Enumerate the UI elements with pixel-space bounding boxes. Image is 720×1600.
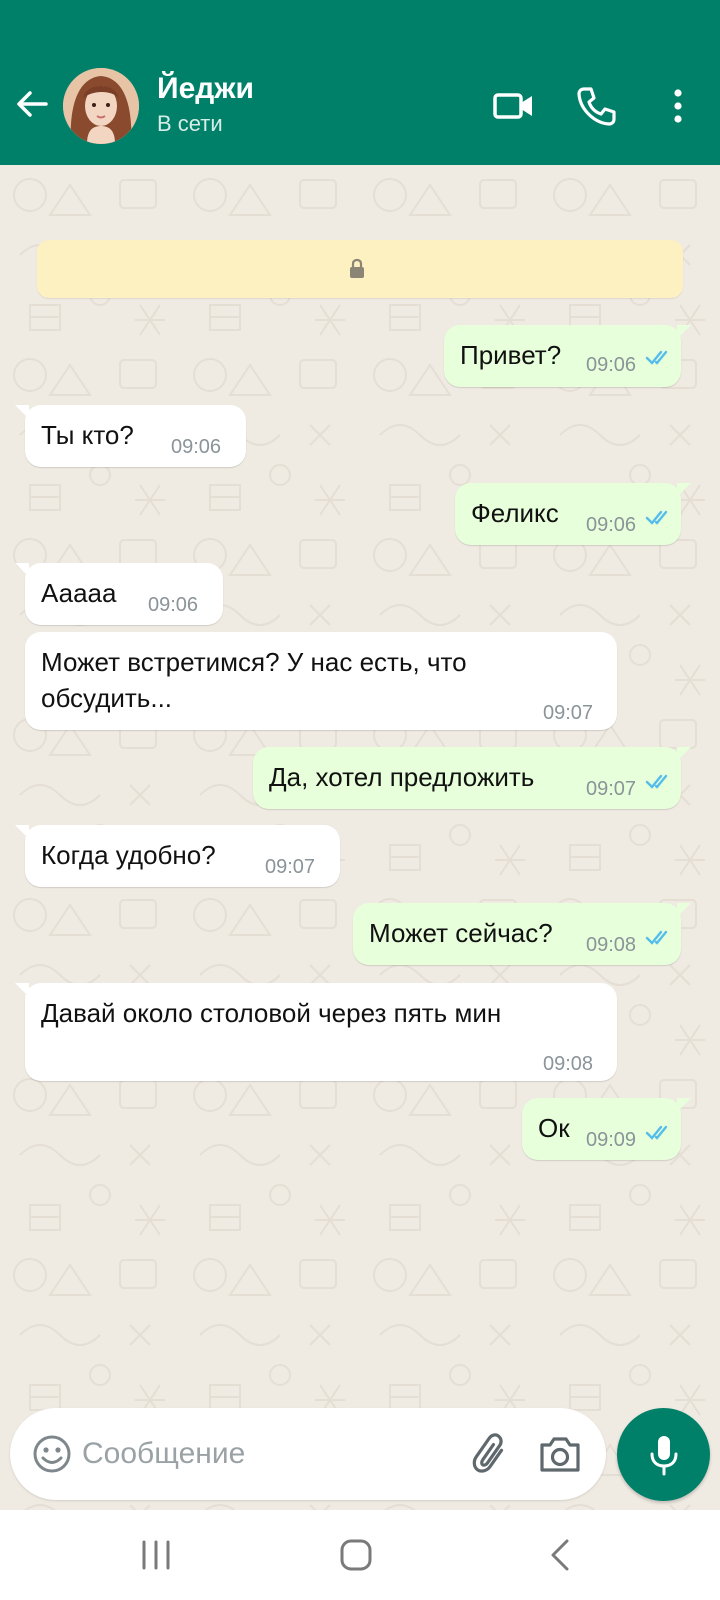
arrow-left-icon — [17, 91, 48, 117]
message-text: Феликс — [471, 498, 559, 528]
emoji-button[interactable] — [30, 1432, 74, 1476]
paperclip-icon — [472, 1433, 504, 1473]
phone-icon — [577, 87, 616, 126]
message-outgoing[interactable]: Феликс 09:06 — [455, 483, 691, 545]
bubble-tail — [677, 903, 691, 917]
message-time: 09:08 — [543, 1053, 594, 1075]
avatar-photo — [63, 68, 139, 144]
bubble-tail — [15, 563, 29, 577]
chat-area[interactable]: Привет? 09:06 Ты кто? 09:06 Феликс 09:06… — [0, 165, 720, 1510]
more-vertical-icon — [674, 89, 682, 123]
message-input[interactable] — [82, 1428, 442, 1480]
message-text: Ааааа — [41, 578, 117, 608]
double-check-icon — [645, 510, 668, 525]
message-text-line2: обсудить... — [41, 683, 173, 713]
message-text: Да, хотел предложить — [269, 762, 535, 792]
message-time: 09:07 — [543, 702, 594, 724]
chat-header: Йеджи В сети — [0, 0, 720, 165]
message-incoming[interactable]: Ты кто? 09:06 — [15, 405, 246, 467]
message-text-line1: Может встретимся? У нас есть, что — [41, 647, 467, 677]
message-text: Может сейчас? — [369, 918, 553, 948]
message-time: 09:07 — [586, 778, 637, 800]
message-time: 09:06 — [148, 594, 199, 616]
contact-name[interactable]: Йеджи — [157, 72, 254, 106]
message-incoming[interactable]: Когда удобно? 09:07 — [15, 825, 340, 887]
attach-button[interactable] — [468, 1430, 516, 1478]
home-button[interactable] — [338, 1537, 374, 1573]
double-check-icon — [645, 1125, 668, 1140]
encryption-banner[interactable] — [37, 240, 683, 298]
message-incoming[interactable]: Может встретимся? У нас есть, что обсуди… — [25, 632, 617, 730]
bubble-tail — [677, 747, 691, 761]
message-outgoing[interactable]: Привет? 09:06 — [444, 325, 691, 387]
message-outgoing[interactable]: Может сейчас? 09:08 — [353, 903, 691, 965]
video-camera-icon — [493, 93, 532, 119]
recent-apps-icon — [142, 1540, 170, 1570]
message-text: Ок — [538, 1113, 570, 1143]
message-incoming[interactable]: Ааааа 09:06 — [15, 563, 223, 625]
system-back-button[interactable] — [545, 1537, 575, 1573]
message-text: Когда удобно? — [41, 840, 216, 870]
bubble-tail — [15, 825, 29, 839]
double-check-icon — [645, 930, 668, 945]
bubble-tail — [677, 483, 691, 497]
home-icon — [340, 1539, 372, 1571]
message-time: 09:08 — [586, 934, 637, 956]
message-text: Привет? — [460, 340, 562, 370]
bubble-tail — [15, 983, 29, 997]
message-time: 09:06 — [586, 354, 637, 376]
bubble-tail — [677, 1098, 691, 1112]
double-check-icon — [645, 350, 668, 365]
system-navigation-bar — [0, 1510, 720, 1600]
more-options-button[interactable] — [660, 84, 696, 128]
camera-button[interactable] — [536, 1430, 584, 1478]
message-composer — [10, 1408, 606, 1500]
message-time: 09:06 — [586, 514, 637, 536]
video-call-button[interactable] — [492, 84, 536, 128]
voice-call-button[interactable] — [574, 84, 618, 128]
back-button[interactable] — [12, 84, 52, 124]
voice-message-button[interactable] — [617, 1408, 710, 1501]
message-outgoing[interactable]: Да, хотел предложить 09:07 — [253, 747, 691, 809]
message-text: Ты кто? — [41, 420, 134, 450]
recent-apps-button[interactable] — [136, 1538, 176, 1572]
double-check-icon — [645, 774, 668, 789]
chevron-left-icon — [551, 1539, 569, 1571]
message-outgoing[interactable]: Ок 09:09 — [522, 1098, 691, 1160]
lock-icon — [350, 258, 364, 278]
contact-avatar[interactable] — [63, 68, 139, 144]
message-time: 09:07 — [265, 856, 316, 878]
bubble-tail — [15, 405, 29, 419]
message-text: Давай около столовой через пять мин — [41, 998, 502, 1028]
microphone-icon — [650, 1436, 678, 1476]
emoji-icon — [33, 1435, 71, 1473]
bubble-tail — [677, 325, 691, 339]
message-time: 09:06 — [171, 436, 222, 458]
message-time: 09:09 — [586, 1129, 637, 1151]
contact-status: В сети — [157, 111, 223, 136]
camera-icon — [540, 1437, 580, 1472]
message-incoming[interactable]: Давай около столовой через пять мин 09:0… — [15, 983, 617, 1081]
